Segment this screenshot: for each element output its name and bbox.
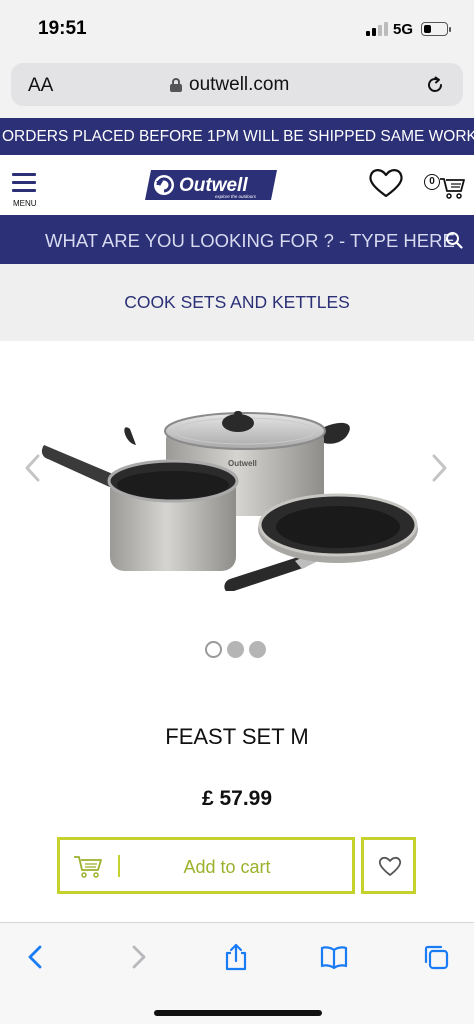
tabs-icon[interactable]	[422, 943, 450, 971]
button-divider	[118, 855, 120, 877]
hamburger-icon	[12, 173, 36, 176]
menu-label: MENU	[13, 199, 37, 208]
wishlist-heart-icon[interactable]	[368, 166, 404, 200]
category-bar: COOK SETS AND KETTLES	[0, 264, 474, 341]
add-to-cart-button[interactable]: Add to cart	[57, 837, 355, 894]
battery-icon	[421, 22, 451, 36]
search-bar[interactable]: WHAT ARE YOU LOOKING FOR ? - TYPE HERE	[0, 215, 474, 264]
add-to-cart-label: Add to cart	[183, 857, 271, 877]
reload-icon[interactable]	[425, 75, 445, 95]
lock-icon	[170, 78, 182, 92]
text-size-button[interactable]: AA	[28, 75, 53, 97]
url-text[interactable]: outwell.com	[189, 74, 289, 96]
back-icon[interactable]	[22, 943, 50, 971]
pagination-dot[interactable]	[249, 641, 266, 658]
browser-address-area: AA outwell.com	[0, 58, 474, 118]
outwell-logo[interactable]: Outwell explore the outdoors	[145, 168, 279, 202]
menu-button[interactable]: MENU	[10, 173, 42, 211]
product-price: £ 57.99	[201, 787, 273, 810]
share-icon[interactable]	[222, 943, 250, 971]
chevron-left-icon[interactable]	[22, 453, 42, 483]
cart-icon	[74, 856, 102, 878]
promo-banner[interactable]: ORDERS PLACED BEFORE 1PM WILL BE SHIPPED…	[0, 118, 474, 155]
category-title[interactable]: COOK SETS AND KETTLES	[124, 292, 350, 313]
cellular-signal-icon	[366, 22, 388, 36]
network-type: 5G	[393, 21, 414, 38]
bookmarks-icon[interactable]	[320, 943, 348, 971]
add-to-wishlist-button[interactable]	[361, 837, 416, 894]
image-pagination	[205, 641, 275, 661]
status-time: 19:51	[38, 18, 87, 39]
site-header: MENU Outwell explore the outdoors 0	[0, 155, 474, 215]
product-gallery: Outwell	[0, 341, 474, 671]
product-name: FEAST SET M	[165, 724, 309, 749]
address-bar[interactable]: AA outwell.com	[11, 63, 463, 106]
home-indicator	[154, 1010, 322, 1016]
product-image[interactable]: Outwell	[40, 401, 425, 591]
browser-toolbar	[0, 922, 474, 1024]
heart-icon	[378, 856, 402, 876]
search-input[interactable]: WHAT ARE YOU LOOKING FOR ? - TYPE HERE	[45, 230, 455, 252]
product-brand-mark: Outwell	[228, 459, 257, 468]
logo-text: Outwell	[179, 175, 248, 196]
battery-level	[424, 25, 431, 33]
pagination-dot[interactable]	[205, 641, 222, 658]
search-icon[interactable]	[445, 231, 463, 249]
pagination-dot[interactable]	[227, 641, 244, 658]
logo-tagline: explore the outdoors	[215, 194, 257, 199]
cart-button[interactable]: 0	[419, 166, 465, 200]
status-bar: 19:51 5G	[0, 0, 474, 58]
chevron-right-icon[interactable]	[430, 453, 450, 483]
shopping-cart-icon	[440, 178, 465, 199]
forward-icon[interactable]	[124, 943, 152, 971]
